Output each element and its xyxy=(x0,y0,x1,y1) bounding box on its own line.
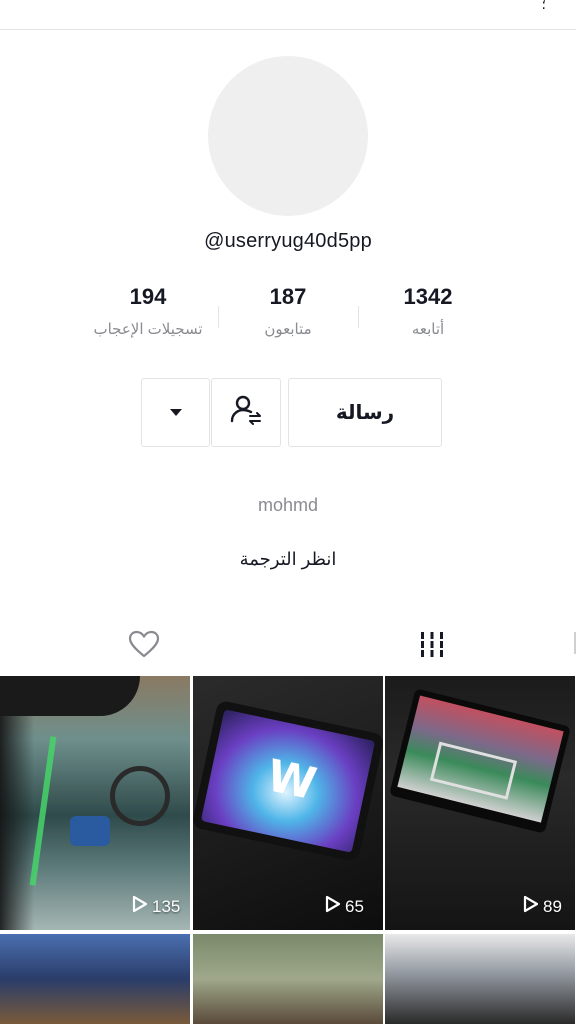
video-thumbnail[interactable]: W 65 xyxy=(193,676,383,930)
play-icon xyxy=(523,895,539,918)
stats-row: 1342 أتابعه 187 متابعون 194 تسجيلات الإع… xyxy=(0,284,576,344)
nickname: mohmd xyxy=(257,495,319,515)
caret-down-icon xyxy=(169,409,182,416)
play-icon xyxy=(132,895,148,918)
more-options-dropdown[interactable] xyxy=(141,378,210,447)
stat-likes-count: 194 xyxy=(129,284,167,309)
video-thumbnail[interactable] xyxy=(193,934,383,1024)
content-tabs xyxy=(0,620,576,672)
thumbnail-art xyxy=(389,688,571,834)
avatar[interactable] xyxy=(208,56,368,216)
view-count: 89 xyxy=(523,895,562,918)
play-icon xyxy=(325,895,341,918)
thumbnail-art xyxy=(0,676,140,716)
video-thumbnail[interactable]: 135 xyxy=(0,676,190,930)
view-count-label: 135 xyxy=(152,896,181,916)
heart-icon xyxy=(128,630,160,663)
stat-likes-label: تسجيلات الإعجاب xyxy=(93,321,203,338)
top-bar: ؛ xyxy=(0,0,576,30)
video-thumbnail[interactable] xyxy=(385,934,575,1024)
view-count-label: 65 xyxy=(345,896,364,916)
thumbnail-art: W xyxy=(193,699,383,863)
view-count: 135 xyxy=(132,895,180,918)
view-count: 65 xyxy=(325,895,364,918)
view-count-label: 89 xyxy=(543,896,562,916)
video-grid: 89 W 65 135 xyxy=(0,676,576,1024)
person-swap-icon xyxy=(229,393,263,432)
message-button[interactable]: رسالة xyxy=(288,378,442,447)
tab-liked[interactable] xyxy=(84,620,204,672)
video-thumbnail[interactable]: 89 xyxy=(385,676,575,930)
see-translation-link[interactable]: انظر الترجمة xyxy=(0,549,576,570)
tab-videos[interactable] xyxy=(372,620,492,672)
top-bar-glyph[interactable]: ؛ xyxy=(542,0,546,13)
video-thumbnail[interactable] xyxy=(0,934,190,1024)
stat-likes[interactable]: 194 تسجيلات الإعجاب xyxy=(58,284,238,338)
username: @userryug40d5pp xyxy=(204,230,372,252)
follow-button[interactable] xyxy=(211,378,281,447)
grid-icon xyxy=(419,631,445,662)
